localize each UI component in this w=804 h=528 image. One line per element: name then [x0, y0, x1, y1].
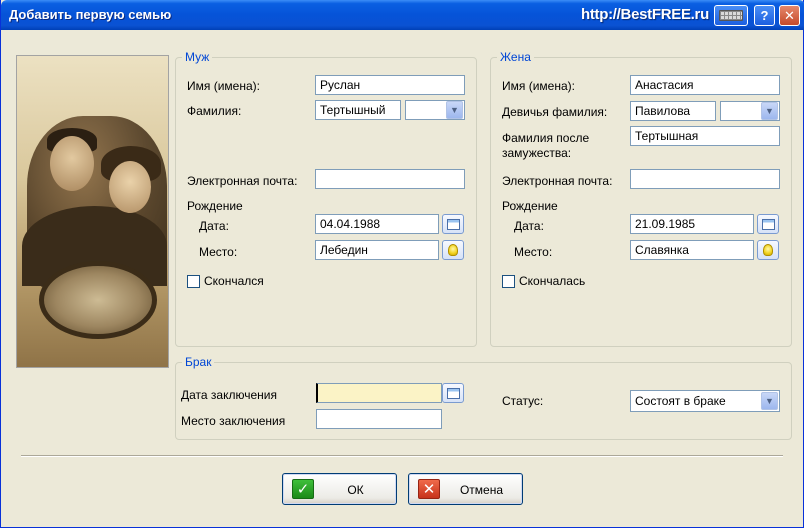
help-button[interactable]: ? — [754, 5, 775, 26]
calendar-icon — [446, 388, 460, 399]
marriage-group-title: Брак — [182, 355, 215, 369]
marriage-place-label: Место заключения — [181, 414, 286, 428]
husband-first-name-input[interactable]: Руслан — [315, 75, 465, 95]
wife-maiden-name-input[interactable]: Павилова — [630, 101, 716, 121]
wife-deceased-label[interactable]: Скончалась — [519, 274, 585, 288]
wife-married-name-label-line1: Фамилия после — [502, 131, 590, 145]
husband-deceased-label[interactable]: Скончался — [204, 274, 264, 288]
wife-maiden-name-label: Девичья фамилия: — [502, 105, 608, 119]
keyboard-button[interactable] — [714, 5, 748, 26]
husband-deceased-checkbox[interactable] — [187, 275, 200, 288]
chevron-down-icon[interactable]: ▼ — [761, 102, 778, 120]
title-bar[interactable]: Добавить первую семью http://BestFREE.ru… — [1, 0, 804, 30]
cancel-button[interactable]: ✕ Отмена — [408, 473, 523, 505]
marriage-date-input[interactable] — [316, 383, 442, 403]
check-icon: ✓ — [292, 479, 314, 499]
wife-birth-date-label: Дата: — [514, 219, 544, 233]
calendar-icon — [446, 219, 460, 230]
husband-birth-place-input[interactable]: Лебедин — [315, 240, 439, 260]
chevron-down-icon[interactable]: ▼ — [446, 101, 463, 119]
wife-birth-place-label: Место: — [514, 245, 553, 259]
marriage-place-input[interactable] — [316, 409, 442, 429]
husband-birth-date-input[interactable]: 04.04.1988 — [315, 214, 439, 234]
marriage-status-label: Статус: — [502, 394, 544, 408]
ok-button[interactable]: ✓ ОК — [282, 473, 397, 505]
wife-birth-label: Рождение — [502, 199, 558, 213]
marriage-date-calendar-button[interactable] — [442, 383, 464, 403]
family-photo[interactable] — [16, 55, 169, 368]
dialog-window: Добавить первую семью http://BestFREE.ru… — [0, 0, 804, 528]
lightbulb-icon — [448, 244, 458, 256]
wife-first-name-label: Имя (имена): — [502, 79, 575, 93]
wife-birth-place-button[interactable] — [757, 240, 779, 260]
husband-birth-date-label: Дата: — [199, 219, 229, 233]
husband-last-name-input[interactable]: Тертышный — [315, 100, 401, 120]
husband-birth-date-calendar-button[interactable] — [442, 214, 464, 234]
husband-group-title: Муж — [182, 50, 213, 64]
wife-first-name-input[interactable]: Анастасия — [630, 75, 780, 95]
wife-deceased-checkbox[interactable] — [502, 275, 515, 288]
wife-email-input[interactable] — [630, 169, 780, 189]
wife-birth-date-input[interactable]: 21.09.1985 — [630, 214, 754, 234]
husband-first-name-label: Имя (имена): — [187, 79, 260, 93]
husband-birth-label: Рождение — [187, 199, 243, 213]
cancel-button-label: Отмена — [459, 483, 504, 497]
window-title: Добавить первую семью — [9, 7, 172, 22]
husband-birth-place-label: Место: — [199, 245, 238, 259]
close-button[interactable]: ✕ — [779, 5, 800, 26]
separator — [21, 455, 783, 457]
wife-email-label: Электронная почта: — [502, 174, 613, 188]
marriage-status-select[interactable]: Состоят в браке — [630, 390, 780, 412]
wife-birth-date-calendar-button[interactable] — [757, 214, 779, 234]
husband-birth-place-button[interactable] — [442, 240, 464, 260]
chevron-down-icon[interactable]: ▼ — [761, 392, 778, 410]
wife-married-name-input[interactable]: Тертышная — [630, 126, 780, 146]
wife-married-name-label-line2: замужества: — [502, 146, 572, 160]
lightbulb-icon — [763, 244, 773, 256]
husband-last-name-label: Фамилия: — [187, 104, 242, 118]
marriage-date-label: Дата заключения — [181, 388, 277, 402]
ok-button-label: ОК — [347, 483, 364, 497]
wife-group-title: Жена — [497, 50, 534, 64]
husband-email-input[interactable] — [315, 169, 465, 189]
husband-email-label: Электронная почта: — [187, 174, 298, 188]
cross-icon: ✕ — [418, 479, 440, 499]
wife-birth-place-input[interactable]: Славянка — [630, 240, 754, 260]
brand-watermark: http://BestFREE.ru — [581, 6, 709, 23]
calendar-icon — [761, 219, 775, 230]
keyboard-icon — [719, 10, 743, 21]
